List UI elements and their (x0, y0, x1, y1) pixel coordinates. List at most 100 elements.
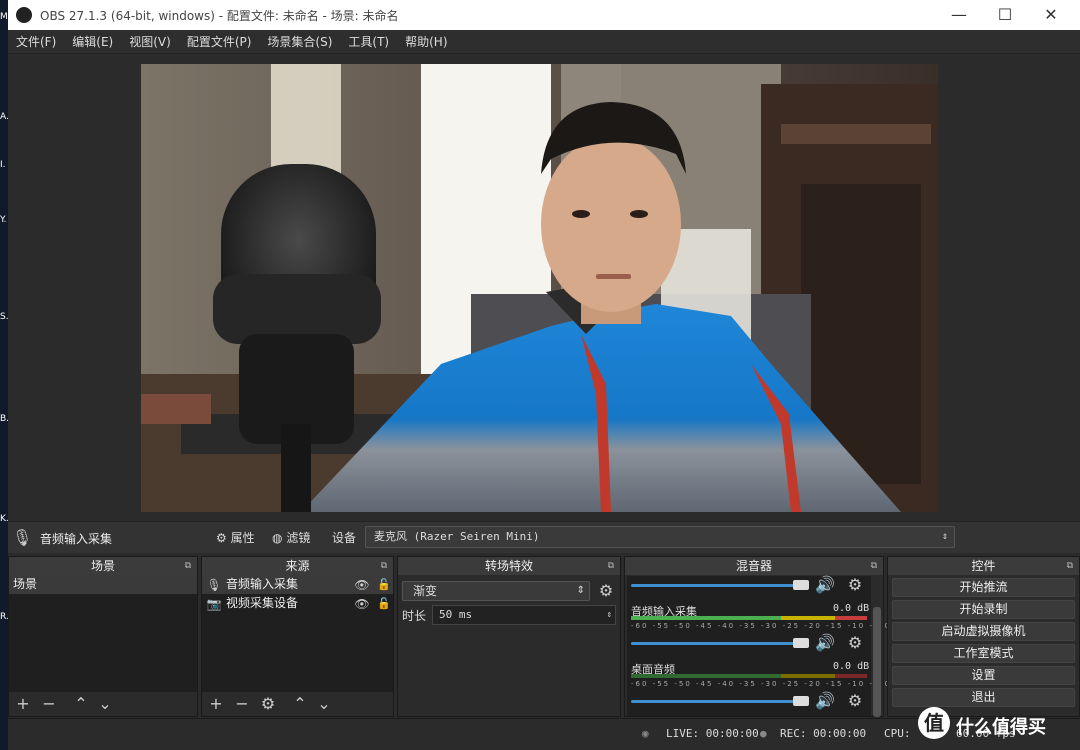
gear-icon[interactable]: ⚙ (845, 633, 865, 653)
device-select[interactable]: 麦克风 (Razer Seiren Mini) ⇕ (365, 526, 955, 548)
scale-tick: -35 (739, 680, 757, 688)
move-up-icon[interactable]: ⌃ (290, 694, 310, 714)
source-list: 🎙 音频输入采集 👁 🔓 📷 视频采集设备 👁 🔓 (202, 575, 393, 693)
desktop-icon-label: S. (0, 312, 9, 322)
video-preview[interactable] (141, 64, 938, 512)
menu-file[interactable]: 文件(F) (8, 30, 64, 54)
maximize-button[interactable]: ☐ (982, 0, 1028, 30)
watermark-logo-icon: 值 (918, 707, 950, 739)
transitions-dock-title: 转场特效 (484, 559, 533, 573)
remove-icon[interactable]: − (232, 694, 252, 714)
volume-slider-knob[interactable] (793, 638, 809, 648)
controls-dock-header: 控件 ⧉ (888, 557, 1079, 575)
mixer-list: 🔊 ⚙ 音频输入采集 0.0 dB -60 -55 -50 -45 -40 -3… (627, 575, 889, 716)
float-dock-icon[interactable]: ⧉ (871, 557, 877, 575)
filter-icon: ◍ (272, 531, 283, 545)
start-recording-button[interactable]: 开始录制 (892, 600, 1075, 619)
menu-tools[interactable]: 工具(T) (340, 30, 397, 54)
menu-scene-collection[interactable]: 场景集合(S) (259, 30, 340, 54)
gear-icon[interactable]: ⚙ (845, 575, 865, 595)
float-dock-icon[interactable]: ⧉ (608, 557, 614, 575)
scale-tick: -45 (696, 622, 714, 630)
add-icon[interactable]: + (13, 694, 33, 714)
eye-icon[interactable]: 👁 (352, 575, 372, 595)
transitions-dock-header: 转场特效 ⧉ (398, 557, 620, 575)
source-item[interactable]: 📷 视频采集设备 👁 🔓 (202, 594, 393, 613)
move-down-icon[interactable]: ⌄ (95, 694, 115, 714)
start-virtual-camera-button[interactable]: 启动虚拟摄像机 (892, 622, 1075, 641)
meter-green (631, 674, 781, 678)
sources-dock-footer: + − ⚙ ⌃ ⌄ (202, 692, 393, 716)
menu-profile[interactable]: 配置文件(P) (179, 30, 260, 54)
volume-slider[interactable] (631, 700, 807, 703)
filters-button[interactable]: ◍ 滤镜 (272, 528, 310, 548)
volume-slider[interactable] (631, 642, 807, 645)
desktop-icon-label: K. (0, 514, 9, 524)
scenes-dock-header: 场景 ⧉ (9, 557, 197, 575)
start-streaming-button[interactable]: 开始推流 (892, 578, 1075, 597)
obs-window: M A. I. Y. S. B. K. R. OBS 27.1.3 (64-bi… (0, 0, 1080, 750)
volume-slider[interactable] (631, 584, 807, 587)
move-up-icon[interactable]: ⌃ (71, 694, 91, 714)
transition-select[interactable]: 渐变 ⇕ (402, 581, 590, 601)
scale-tick: -25 (782, 680, 801, 688)
studio-mode-button[interactable]: 工作室模式 (892, 644, 1075, 663)
properties-button[interactable]: ⚙ 属性 (216, 528, 255, 548)
meter-scale: -60 -55 -50 -45 -40 -35 -30 -25 -20 -15 … (631, 622, 889, 630)
speaker-icon[interactable]: 🔊 (815, 633, 835, 653)
menu-edit[interactable]: 编辑(E) (64, 30, 121, 54)
lock-icon[interactable]: 🔓 (374, 575, 394, 595)
volume-slider-knob[interactable] (793, 580, 809, 590)
settings-button[interactable]: 设置 (892, 666, 1075, 685)
minimize-button[interactable]: — (936, 0, 982, 30)
meter-red (835, 616, 867, 620)
float-dock-icon[interactable]: ⧉ (1067, 557, 1073, 575)
remove-icon[interactable]: − (39, 694, 59, 714)
desktop-icon-label: A. (0, 112, 9, 122)
mixer-scrollbar[interactable] (873, 607, 881, 717)
window-title: OBS 27.1.3 (64-bit, windows) - 配置文件: 未命名… (40, 9, 399, 23)
meter-red (835, 674, 867, 678)
scale-tick: -55 (652, 622, 671, 630)
add-icon[interactable]: + (206, 694, 226, 714)
meter-green (631, 616, 781, 620)
filters-label: 滤镜 (286, 531, 311, 545)
lock-icon[interactable]: 🔓 (374, 594, 394, 614)
scale-tick: -40 (717, 622, 736, 630)
microphone-icon: 🎙 (206, 578, 222, 592)
duration-spinbox[interactable]: 50 ms ⇕ (432, 605, 616, 625)
scale-tick: -50 (674, 680, 692, 688)
select-arrows-icon: ⇕ (576, 585, 585, 596)
mixer-channel-db: 0.0 dB (833, 603, 870, 614)
desktop-icon-label: R. (0, 612, 9, 622)
gear-icon[interactable]: ⚙ (845, 691, 865, 711)
device-label: 设备 (332, 531, 357, 545)
desktop-icon-label: I. (0, 160, 6, 170)
gear-icon[interactable]: ⚙ (258, 694, 278, 714)
menu-help[interactable]: 帮助(H) (397, 30, 455, 54)
watermark: 值 什么值得买 (910, 705, 1080, 745)
properties-label: 属性 (230, 531, 255, 545)
scale-tick: -60 (631, 622, 649, 630)
source-item[interactable]: 🎙 音频输入采集 👁 🔓 (202, 575, 393, 594)
duration-value: 50 ms (439, 608, 473, 621)
float-dock-icon[interactable]: ⧉ (381, 557, 387, 575)
close-button[interactable]: ✕ (1028, 0, 1074, 30)
scale-tick: -15 (826, 680, 844, 688)
float-dock-icon[interactable]: ⧉ (185, 557, 191, 575)
desktop-icon-label: B. (0, 414, 10, 424)
webcam-frame (141, 64, 938, 512)
move-down-icon[interactable]: ⌄ (314, 694, 334, 714)
sources-dock-header: 来源 ⧉ (202, 557, 393, 575)
gear-icon[interactable]: ⚙ (596, 581, 616, 601)
scene-item[interactable]: 场景 (9, 575, 197, 594)
scale-tick: -45 (696, 680, 714, 688)
scenes-dock-footer: + − ⌃ ⌄ (9, 692, 197, 716)
meter-yellow (781, 674, 835, 678)
speaker-icon[interactable]: 🔊 (815, 575, 835, 595)
speaker-icon[interactable]: 🔊 (815, 691, 835, 711)
volume-slider-knob[interactable] (793, 696, 809, 706)
eye-icon[interactable]: 👁 (352, 594, 372, 614)
controls-dock-title: 控件 (971, 559, 996, 573)
menu-view[interactable]: 视图(V) (121, 30, 179, 54)
